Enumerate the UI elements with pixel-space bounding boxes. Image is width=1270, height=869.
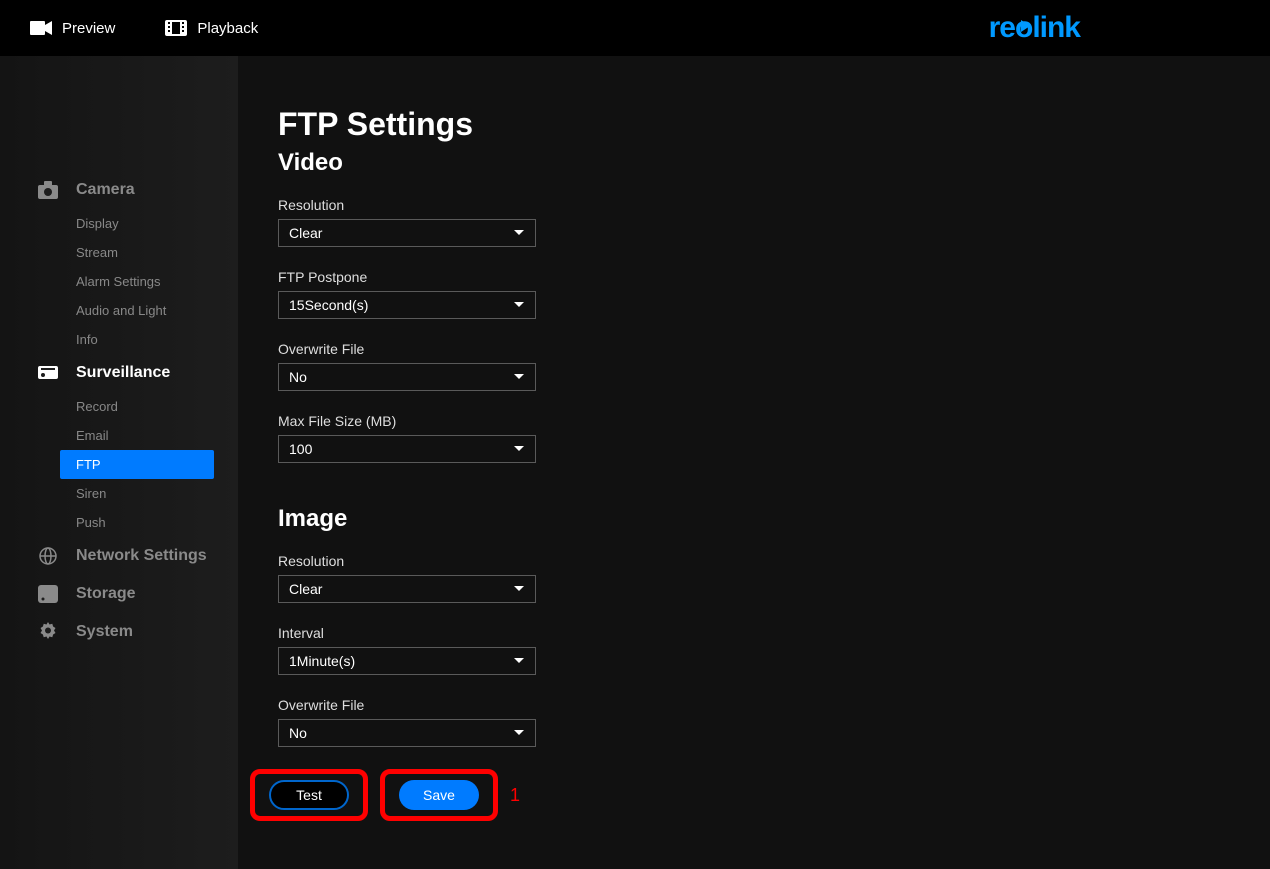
image-overwrite-select[interactable]: No [278, 719, 536, 747]
sidebar-surveillance-label: Surveillance [76, 364, 170, 382]
sidebar-item-record[interactable]: Record [0, 392, 238, 421]
interval-select[interactable]: 1Minute(s) [278, 647, 536, 675]
image-resolution-select[interactable]: Clear [278, 575, 536, 603]
surveillance-icon [38, 364, 58, 382]
topbar: Preview Playback reolink [0, 0, 1270, 56]
nav-preview-label: Preview [62, 20, 115, 37]
video-overwrite-value: No [289, 369, 307, 385]
max-file-size-value: 100 [289, 441, 312, 457]
nav-preview[interactable]: Preview [30, 20, 115, 37]
section-title-image: Image [278, 505, 1230, 533]
sidebar-item-info[interactable]: Info [0, 325, 238, 354]
globe-icon [38, 547, 58, 565]
sidebar-camera-label: Camera [76, 181, 135, 199]
sidebar-item-ftp[interactable]: FTP [60, 450, 214, 479]
sidebar-section-storage[interactable]: Storage [0, 575, 238, 613]
sidebar-section-surveillance[interactable]: Surveillance [0, 354, 238, 392]
sidebar-item-audio-light[interactable]: Audio and Light [0, 296, 238, 325]
interval-value: 1Minute(s) [289, 653, 355, 669]
max-file-size-label: Max File Size (MB) [278, 413, 1230, 429]
sidebar-network-label: Network Settings [76, 547, 207, 565]
sidebar-system-label: System [76, 623, 133, 641]
camera-icon [30, 20, 52, 36]
storage-icon [38, 585, 58, 603]
image-resolution-label: Resolution [278, 553, 1230, 569]
brand-logo: reolink [989, 11, 1080, 45]
camera-settings-icon [38, 181, 58, 199]
chevron-down-icon [513, 729, 525, 737]
chevron-down-icon [513, 657, 525, 665]
sidebar-item-push[interactable]: Push [0, 508, 238, 537]
page-title: FTP Settings [278, 106, 1230, 143]
image-resolution-value: Clear [289, 581, 322, 597]
image-overwrite-value: No [289, 725, 307, 741]
film-icon [165, 20, 187, 36]
video-overwrite-select[interactable]: No [278, 363, 536, 391]
video-resolution-select[interactable]: Clear [278, 219, 536, 247]
sidebar-section-camera[interactable]: Camera [0, 171, 238, 209]
main-panel: FTP Settings Video Resolution Clear FTP … [238, 56, 1270, 869]
sidebar-item-stream[interactable]: Stream [0, 238, 238, 267]
gear-icon [38, 623, 58, 641]
save-button[interactable]: Save [399, 780, 479, 810]
max-file-size-select[interactable]: 100 [278, 435, 536, 463]
nav-playback[interactable]: Playback [165, 20, 258, 37]
chevron-down-icon [513, 229, 525, 237]
annotation-box-test: Test [250, 769, 368, 821]
image-overwrite-label: Overwrite File [278, 697, 1230, 713]
sidebar-section-system[interactable]: System [0, 613, 238, 651]
chevron-down-icon [513, 373, 525, 381]
chevron-down-icon [513, 301, 525, 309]
sidebar-item-alarm-settings[interactable]: Alarm Settings [0, 267, 238, 296]
sidebar-storage-label: Storage [76, 585, 136, 603]
video-resolution-label: Resolution [278, 197, 1230, 213]
test-button[interactable]: Test [269, 780, 349, 810]
ftp-postpone-select[interactable]: 15Second(s) [278, 291, 536, 319]
video-overwrite-label: Overwrite File [278, 341, 1230, 357]
sidebar-item-display[interactable]: Display [0, 209, 238, 238]
annotation-1: 1 [510, 785, 520, 806]
ftp-postpone-label: FTP Postpone [278, 269, 1230, 285]
video-resolution-value: Clear [289, 225, 322, 241]
sidebar: Camera Display Stream Alarm Settings Aud… [0, 56, 238, 869]
sidebar-item-siren[interactable]: Siren [0, 479, 238, 508]
chevron-down-icon [513, 585, 525, 593]
section-title-video: Video [278, 149, 1230, 177]
sidebar-section-network[interactable]: Network Settings [0, 537, 238, 575]
nav-playback-label: Playback [197, 20, 258, 37]
ftp-postpone-value: 15Second(s) [289, 297, 368, 313]
chevron-down-icon [513, 445, 525, 453]
interval-label: Interval [278, 625, 1230, 641]
annotation-box-save: Save [380, 769, 498, 821]
sidebar-item-email[interactable]: Email [0, 421, 238, 450]
